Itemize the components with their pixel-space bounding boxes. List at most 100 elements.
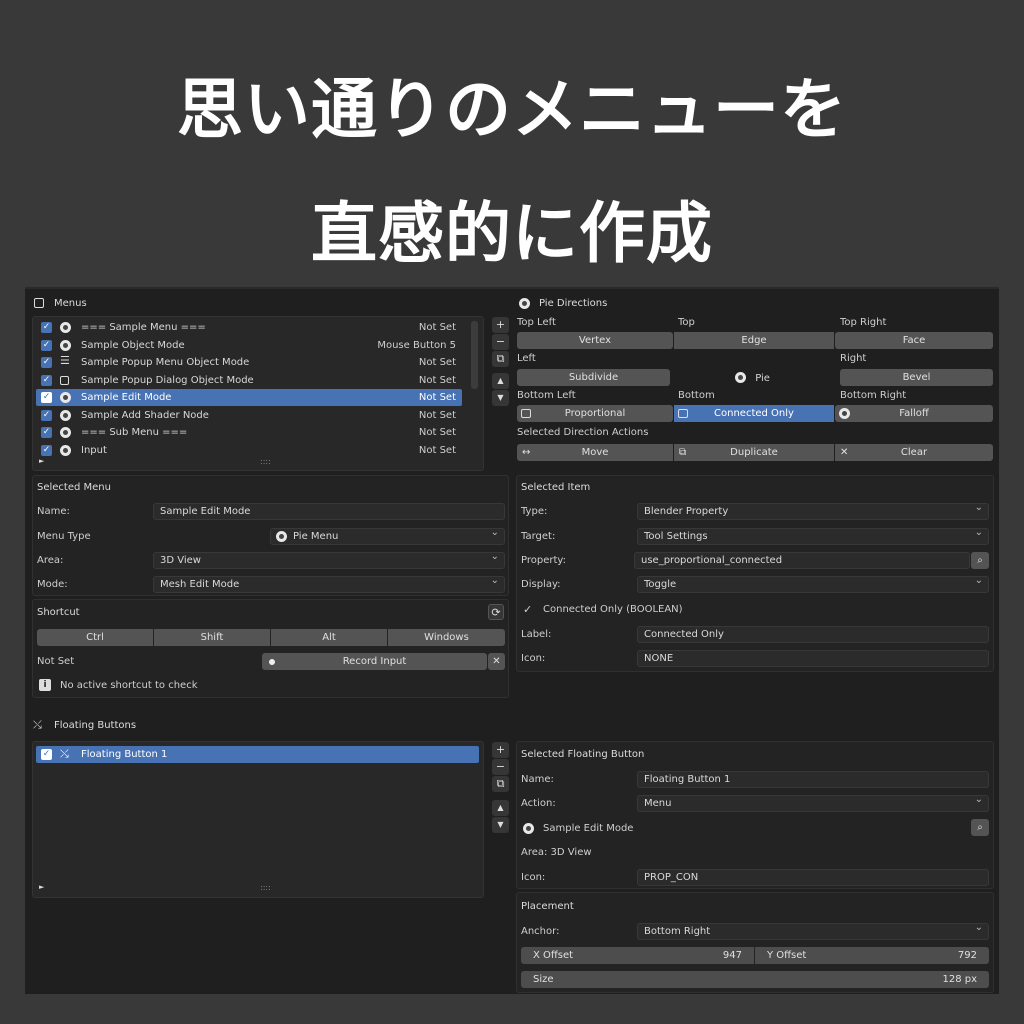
menu-item-shortcut: Not Set [418,375,456,386]
menus-list[interactable]: ✓ === Sample Menu === Not Set ✓ Sample O… [32,316,484,471]
menus-header-icon [34,298,44,309]
checkbox[interactable]: ✓ [41,392,52,403]
move-up-button[interactable]: ▲ [492,800,509,816]
pie-icon [839,408,850,419]
list-item[interactable]: ✓ Sample Add Shader Node Not Set [36,407,462,424]
list-item[interactable]: ✓ Sample Object Mode Mouse Button 5 [36,337,462,354]
checkbox[interactable]: ✓ [41,322,52,333]
menu-name-field[interactable]: Sample Edit Mode [153,503,505,520]
add-floating-button[interactable]: + [492,742,509,758]
mode-dropdown[interactable]: Mesh Edit Mode [153,576,505,593]
action-dropdown[interactable]: Menu [637,795,989,812]
checkbox[interactable]: ✓ [41,427,52,438]
item-type-dropdown[interactable]: Blender Property [637,503,989,520]
y-offset-slider[interactable]: Y Offset 792 [755,947,989,964]
direction-actions-label: Selected Direction Actions [517,427,649,438]
top-button[interactable]: Edge [674,332,834,349]
resize-grip[interactable]: :::: [260,457,271,466]
windows-toggle[interactable]: Windows [388,629,505,646]
menu-item-label: Sample Popup Menu Object Mode [81,357,250,368]
target-area-text: Area: 3D View [521,847,592,858]
pie-icon [523,823,534,834]
property-field[interactable]: use_proportional_connected [634,552,970,569]
pie-icon [519,298,530,309]
remove-floating-button[interactable]: − [492,759,509,775]
list-item[interactable]: ✓ === Sample Menu === Not Set [36,319,462,336]
clear-x-icon: ✕ [840,447,849,458]
list-item[interactable]: ✓ === Sub Menu === Not Set [36,424,462,441]
menus-title: Menus [54,298,87,309]
floating-icon-field[interactable]: PROP_CON [637,869,989,886]
expand-arrow-icon[interactable]: ► [39,457,44,465]
resize-grip[interactable]: :::: [260,883,271,892]
search-icon[interactable]: ⌕ [971,819,989,836]
search-icon[interactable]: ⌕ [971,552,989,569]
menu-item-shortcut: Not Set [418,357,456,368]
ctrl-toggle[interactable]: Ctrl [37,629,153,646]
bottom-right-label: Bottom Right [840,390,907,401]
remove-menu-button[interactable]: − [492,334,509,350]
item-label-field[interactable]: Connected Only [637,626,989,643]
display-dropdown[interactable]: Toggle [637,576,989,593]
add-menu-button[interactable]: + [492,317,509,333]
move-down-button[interactable]: ▼ [492,817,509,833]
refresh-icon[interactable]: ⟳ [488,604,504,620]
property-info: Connected Only (BOOLEAN) [543,604,683,615]
move-up-button[interactable]: ▲ [492,373,509,389]
shift-toggle[interactable]: Shift [154,629,270,646]
dialog-icon [60,376,69,385]
bottom-right-button[interactable]: Falloff [835,405,993,422]
list-item-selected[interactable]: ✓ Sample Edit Mode Not Set [36,389,462,406]
top-right-button[interactable]: Face [835,332,993,349]
record-input-button[interactable]: Record Input [262,653,487,670]
move-button[interactable]: ↔ Move [517,444,673,461]
floating-name-field[interactable]: Floating Button 1 [637,771,989,788]
x-offset-label: X Offset [533,950,574,961]
clear-button[interactable]: ✕ Clear [835,444,993,461]
left-button[interactable]: Subdivide [517,369,670,386]
duplicate-button[interactable]: ⧉ Duplicate [674,444,834,461]
checkbox[interactable]: ✓ [41,749,52,760]
info-icon: i [39,679,51,691]
checkbox[interactable]: ✓ [41,340,52,351]
checkbox[interactable]: ✓ [41,445,52,456]
list-item[interactable]: ✓ ☰ Sample Popup Menu Object Mode Not Se… [36,354,462,371]
record-dot-icon [269,659,275,665]
list-item[interactable]: ✓ Sample Popup Dialog Object Mode Not Se… [36,372,462,389]
top-left-button[interactable]: Vertex [517,332,673,349]
anchor-label: Anchor: [521,926,560,937]
menu-item-label: Sample Edit Mode [81,392,172,403]
checkbox[interactable]: ✓ [41,357,52,368]
anchor-dropdown[interactable]: Bottom Right [637,923,989,940]
target-dropdown[interactable]: Tool Settings [637,528,989,545]
pie-icon [60,445,71,456]
area-dropdown[interactable]: 3D View [153,552,505,569]
clear-shortcut-button[interactable]: ✕ [488,653,505,670]
floating-buttons-title: Floating Buttons [54,720,137,731]
floating-buttons-list[interactable]: ✓ ⤯ Floating Button 1 ► :::: [32,741,484,898]
list-item[interactable]: ✓ Input Not Set [36,442,462,459]
bottom-button[interactable]: Connected Only [674,405,834,422]
placement-panel: Placement Anchor: Bottom Right X Offset … [516,892,994,993]
duplicate-label: Duplicate [730,447,778,458]
bottom-left-button[interactable]: Proportional [517,405,673,422]
right-button[interactable]: Bevel [840,369,993,386]
x-offset-value: 947 [722,950,742,961]
checkbox[interactable]: ✓ [41,410,52,421]
copy-menu-button[interactable]: ⧉ [492,351,509,367]
x-offset-slider[interactable]: X Offset 947 [521,947,754,964]
move-down-button[interactable]: ▼ [492,390,509,406]
menu-item-shortcut: Not Set [418,445,456,456]
checkbox[interactable]: ✓ [41,375,52,386]
item-icon-field[interactable]: NONE [637,650,989,667]
copy-floating-button[interactable]: ⧉ [492,776,509,792]
size-slider[interactable]: Size 128 px [521,971,989,988]
list-item-selected[interactable]: ✓ ⤯ Floating Button 1 [36,746,479,763]
menu-type-dropdown[interactable]: Pie Menu [270,528,505,545]
pie-center-label: Pie [755,372,770,384]
expand-arrow-icon[interactable]: ► [39,883,44,891]
menu-item-label: === Sub Menu === [81,427,188,438]
alt-toggle[interactable]: Alt [271,629,387,646]
y-offset-label: Y Offset [767,950,807,961]
list-scrollbar[interactable] [471,321,478,389]
